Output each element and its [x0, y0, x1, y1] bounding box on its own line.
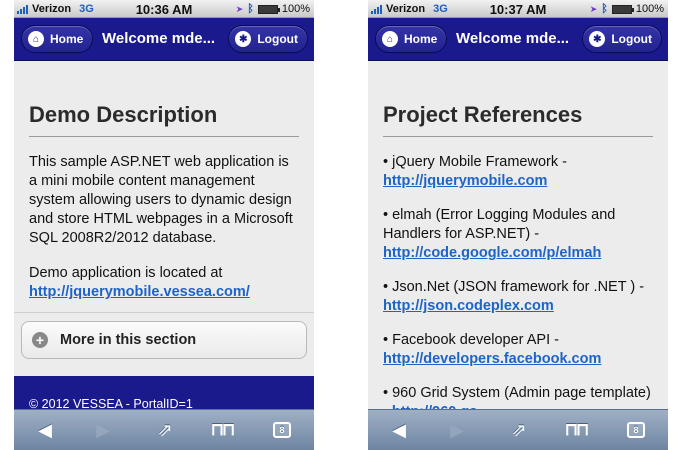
reference-text: • Json.Net (JSON framework for .NET ) -	[383, 279, 645, 295]
battery-icon	[611, 4, 634, 14]
location-paragraph: Demo application is located at http://jq…	[29, 264, 299, 302]
share-icon[interactable]: ⇗	[150, 418, 180, 442]
plus-icon: +	[32, 332, 48, 348]
reference-text: • elmah (Error Logging Modules and Handl…	[383, 207, 616, 242]
page-title: Welcome mde...	[456, 30, 570, 47]
page-title: Welcome mde...	[102, 30, 216, 47]
status-bar: Verizon 3G 10:37 AM ➤ ᛒ 100%	[368, 0, 668, 18]
back-icon[interactable]: ◀	[384, 418, 414, 442]
gear-icon: ✱	[589, 31, 606, 47]
app-header: ⌂ Home Welcome mde... ✱ Logout	[368, 18, 668, 61]
phone-screen-right: Verizon 3G 10:37 AM ➤ ᛒ 100% ⌂ Home Welc…	[368, 0, 668, 450]
tabs-icon: 8	[273, 422, 291, 438]
home-button[interactable]: ⌂ Home	[375, 25, 448, 53]
phone-screen-left: Verizon 3G 10:36 AM ➤ ᛒ 100% ⌂ Home Welc…	[14, 0, 314, 450]
logout-button[interactable]: ✱ Logout	[582, 25, 662, 53]
tabs-icon: 8	[627, 422, 645, 438]
battery-percent: 100%	[281, 3, 310, 15]
collapsible-label: More in this section	[60, 332, 197, 348]
browser-toolbar: ◀ ▶ ⇗ ⊓⊓ 8	[368, 409, 668, 450]
reference-link[interactable]: http://code.google.com/p/elmah	[383, 245, 601, 261]
reference-text: • Facebook developer API -	[383, 332, 559, 348]
list-item: • Facebook developer API - http://develo…	[383, 331, 653, 369]
more-in-section-collapsible[interactable]: + More in this section	[21, 321, 307, 359]
battery-percent: 100%	[635, 3, 664, 15]
location-text: Demo application is located at	[29, 265, 223, 281]
reference-link[interactable]: http://jquerymobile.com	[383, 173, 547, 189]
location-icon: ➤	[235, 3, 244, 14]
main-content: Project References • jQuery Mobile Frame…	[368, 62, 668, 437]
app-header: ⌂ Home Welcome mde... ✱ Logout	[14, 18, 314, 61]
home-button-label: Home	[50, 32, 84, 46]
bookmarks-icon[interactable]: ⊓⊓	[207, 418, 237, 442]
home-icon: ⌂	[382, 31, 398, 47]
list-item: • elmah (Error Logging Modules and Handl…	[383, 206, 653, 263]
forward-icon[interactable]: ▶	[88, 418, 118, 442]
bluetooth-icon: ᛒ	[601, 3, 608, 15]
share-icon[interactable]: ⇗	[504, 418, 534, 442]
status-bar: Verizon 3G 10:36 AM ➤ ᛒ 100%	[14, 0, 314, 18]
home-button-label: Home	[404, 32, 438, 46]
back-icon[interactable]: ◀	[30, 418, 60, 442]
reference-link[interactable]: http://developers.facebook.com	[383, 351, 601, 367]
logout-button-label: Logout	[257, 32, 298, 46]
page-footer: © 2012 VESSEA - PortalID=1	[14, 376, 314, 411]
reference-text: • jQuery Mobile Framework -	[383, 154, 567, 170]
tabs-button[interactable]: 8	[267, 418, 297, 442]
list-item: • jQuery Mobile Framework - http://jquer…	[383, 153, 653, 191]
reference-link[interactable]: http://json.codeplex.com	[383, 298, 554, 314]
forward-icon[interactable]: ▶	[442, 418, 472, 442]
battery-icon	[257, 4, 280, 14]
tabs-button[interactable]: 8	[621, 418, 651, 442]
list-item: • Json.Net (JSON framework for .NET ) - …	[383, 278, 653, 316]
divider	[14, 312, 314, 313]
demo-link[interactable]: http://jquerymobile.vessea.com/	[29, 284, 250, 300]
description-text: This sample ASP.NET web application is a…	[29, 154, 293, 246]
section-heading: Project References	[383, 102, 653, 137]
section-heading: Demo Description	[29, 102, 299, 137]
logout-button-label: Logout	[611, 32, 652, 46]
main-content: Demo Description This sample ASP.NET web…	[14, 62, 314, 302]
logout-button[interactable]: ✱ Logout	[228, 25, 308, 53]
bluetooth-icon: ᛒ	[247, 3, 254, 15]
home-button[interactable]: ⌂ Home	[21, 25, 94, 53]
browser-toolbar: ◀ ▶ ⇗ ⊓⊓ 8	[14, 409, 314, 450]
bookmarks-icon[interactable]: ⊓⊓	[561, 418, 591, 442]
location-icon: ➤	[589, 3, 598, 14]
home-icon: ⌂	[28, 31, 44, 47]
gear-icon: ✱	[235, 31, 252, 47]
